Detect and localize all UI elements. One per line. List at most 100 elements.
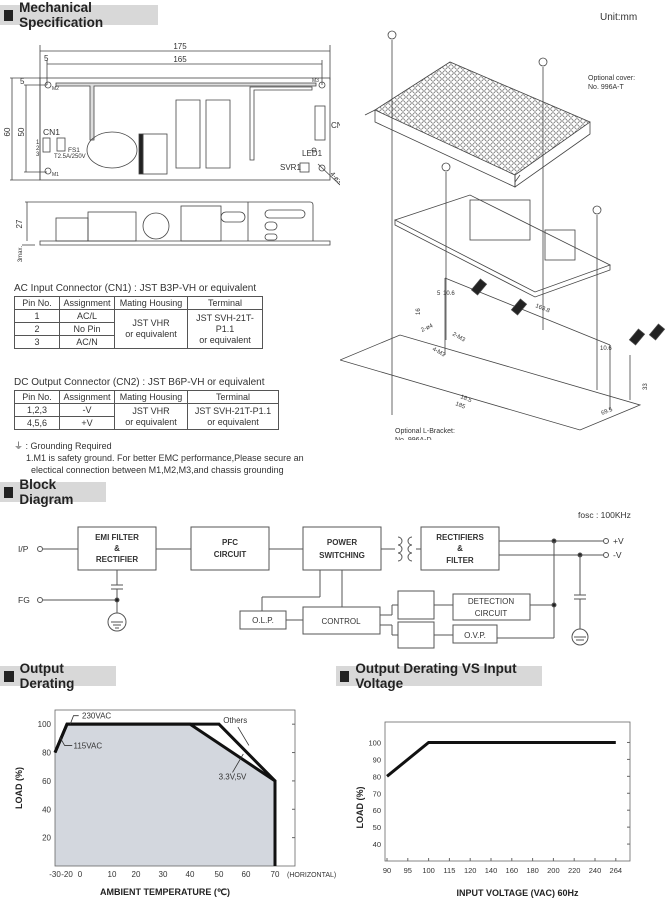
m2-label: M2 (52, 86, 59, 92)
y-tick-label: 50 (373, 823, 381, 832)
dim-27: 27 (15, 219, 24, 228)
pin-cell: 4,5,6 (14, 416, 60, 430)
assignment-cell: -V (59, 403, 115, 417)
x-tick-label: 240 (589, 866, 602, 875)
x-axis-label: INPUT VOLTAGE (VAC) 60Hz (456, 888, 579, 898)
y-tick-label: 100 (38, 720, 52, 729)
ac-connector-title: AC Input Connector (CN1) : JST B3P-VH or… (14, 283, 257, 294)
x-tick-label: 90 (383, 866, 391, 875)
table-row: 1 AC/L JST VHR or equivalent JST SVH-21T-… (14, 309, 263, 349)
dim-5-top: 5 (44, 54, 49, 63)
power-label: POWER (327, 538, 357, 547)
x-tick-label: 120 (464, 866, 477, 875)
derating-vs-input-chart: 40 50 60 70 80 90 100 90 95 100 115 120 140 160 180 200… (355, 721, 631, 898)
dim-3max: 3max. (18, 246, 24, 263)
optocoupler-icon (397, 621, 435, 649)
x-tick-label: 220 (568, 866, 581, 875)
x-tick-label: 115 (443, 866, 455, 875)
table-row: 1,2,3 -V JST VHR or equivalent JST SVH-21… (14, 403, 279, 430)
pfc-label: PFC (222, 538, 238, 547)
x-tick-label: 30 (159, 870, 168, 879)
dim-10-6b: 10.6 (600, 346, 612, 352)
header-assignment: Assignment (59, 390, 115, 404)
header-pin: Pin No. (14, 296, 60, 310)
pin-cell: 1 (14, 309, 60, 323)
x-tick-label: -20 (61, 870, 73, 879)
x-tick-label: 20 (132, 870, 141, 879)
assignment-cell: AC/L (59, 309, 115, 323)
y-axis-label: LOAD (%) (355, 787, 365, 829)
rect-label: RECTIFIERS (436, 533, 484, 542)
section-title-derating-vs-input: Output Derating VS Input Voltage (336, 661, 542, 691)
rect-label: FILTER (446, 556, 474, 565)
power-label: SWITCHING (319, 551, 365, 560)
table-header-row: Pin No. Assignment Mating Housing Termin… (14, 390, 279, 404)
assignment-cell: No Pin (59, 322, 115, 336)
neg-output-label: -V (613, 550, 622, 560)
housing-cell: JST VHR or equivalent (114, 403, 188, 430)
cover-note-line1: Optional cover: (588, 75, 635, 82)
x-tick-label: 10 (108, 870, 117, 879)
dim-5-side: 5 (20, 77, 25, 86)
dim-4-m3: 4-M3 (431, 347, 446, 359)
header-housing: Mating Housing (114, 390, 188, 404)
x-tick-label: 0 (78, 870, 83, 879)
dim-33: 33 (643, 383, 649, 390)
section-title-derating: Output Derating (0, 661, 116, 691)
x-tick-label: 40 (186, 870, 195, 879)
led1-label: LED1 (302, 149, 323, 158)
emi-label: EMI FILTER (95, 533, 139, 542)
pfc-circuit-block (190, 526, 270, 571)
annotation-leader (237, 726, 250, 746)
x-tick-label: 160 (506, 866, 519, 875)
ovp-label: O.V.P. (464, 631, 486, 640)
x-tick-label: 50 (215, 870, 224, 879)
dim-60: 60 (3, 127, 12, 136)
safety-note-line1: 1.M1 is safety ground. For better EMC pe… (26, 453, 304, 463)
x-suffix-label: (HORIZONTAL) (287, 872, 336, 879)
dim-2-dia4: 2-ø4 (420, 323, 434, 334)
olp-label: O.L.P. (252, 616, 274, 625)
series-line-load (386, 740, 616, 778)
dim-165: 165 (173, 55, 187, 64)
y-tick-label: 80 (42, 749, 51, 758)
dim-50: 50 (17, 127, 26, 136)
header-pin: Pin No. (14, 390, 60, 404)
header-housing: Mating Housing (114, 296, 188, 310)
cover-mesh (374, 61, 591, 176)
header-terminal: Terminal (187, 296, 263, 310)
dim-2-m3: 2-M3 (451, 332, 466, 344)
terminal-cell: JST SVH-21T-P1.1 or equivalent (187, 403, 279, 430)
dc-connector-title: DC Output Connector (CN2) : JST B6P-VH o… (14, 377, 265, 388)
housing-cell: JST VHR or equivalent (114, 309, 188, 349)
m3-label: M3 (312, 78, 319, 84)
pos-output-label: +V (613, 536, 624, 546)
x-tick-label: 200 (547, 866, 560, 875)
dim-10-6: 10.6 (443, 291, 455, 297)
cn2-label: CN2 (331, 121, 340, 130)
header-assignment: Assignment (59, 296, 115, 310)
detection-label: CIRCUIT (475, 609, 508, 618)
y-tick-label: 40 (373, 840, 381, 849)
top-view-drawing: 175 165 5 5 60 50 CN1 1 2 3 FS1 T2.5A/25… (3, 42, 340, 190)
annotation-3v3-5v: 3.3V,5V (219, 772, 247, 781)
ip-label: I/P (18, 544, 29, 554)
fuse-rating-label: T2.5A/250V (54, 154, 86, 160)
grounding-note: ⏚ : Grounding Required (14, 440, 112, 452)
y-tick-label: 90 (373, 755, 381, 764)
x-tick-label: -30 (49, 870, 61, 879)
pin-cell: 2 (14, 322, 60, 336)
assignment-cell: +V (59, 416, 115, 430)
section-bullet-icon (340, 670, 350, 682)
safety-note-line2: electical connection between M1,M2,M3,an… (31, 465, 284, 475)
ground-icon: ⏚ (14, 441, 24, 451)
section-title-block: Block Diagram (0, 477, 106, 507)
detection-label: DETECTION (468, 597, 514, 606)
fs1-label: FS1 (68, 147, 80, 154)
screw-icon (592, 205, 602, 390)
power-switching-block (302, 526, 382, 571)
pin-cell: 1,2,3 (14, 403, 60, 417)
pfc-label: CIRCUIT (214, 550, 247, 559)
emi-label: RECTIFIER (96, 555, 138, 564)
y-tick-label: 20 (42, 834, 51, 843)
